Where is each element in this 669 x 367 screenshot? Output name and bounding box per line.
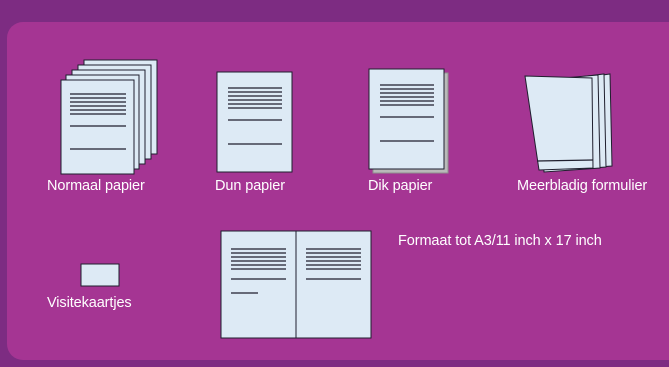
thin-paper-icon [216, 71, 293, 173]
normal-paper-stack-icon [60, 59, 158, 175]
a3-spread-icon [220, 230, 372, 339]
multipart-form-icon [524, 73, 613, 173]
canvas: Normaal papier Dun papier Dik papier Mee… [0, 0, 669, 367]
label-thin-paper: Dun papier [215, 178, 285, 194]
label-multipart-form: Meerbladig formulier [517, 178, 648, 194]
label-business-cards: Visitekaartjes [47, 295, 132, 311]
label-normal-paper: Normaal papier [47, 178, 145, 194]
format-note: Formaat tot A3/11 inch x 17 inch [398, 233, 602, 249]
label-thick-paper: Dik papier [368, 178, 433, 194]
business-card-icon [80, 263, 120, 287]
thick-paper-icon [368, 68, 449, 174]
